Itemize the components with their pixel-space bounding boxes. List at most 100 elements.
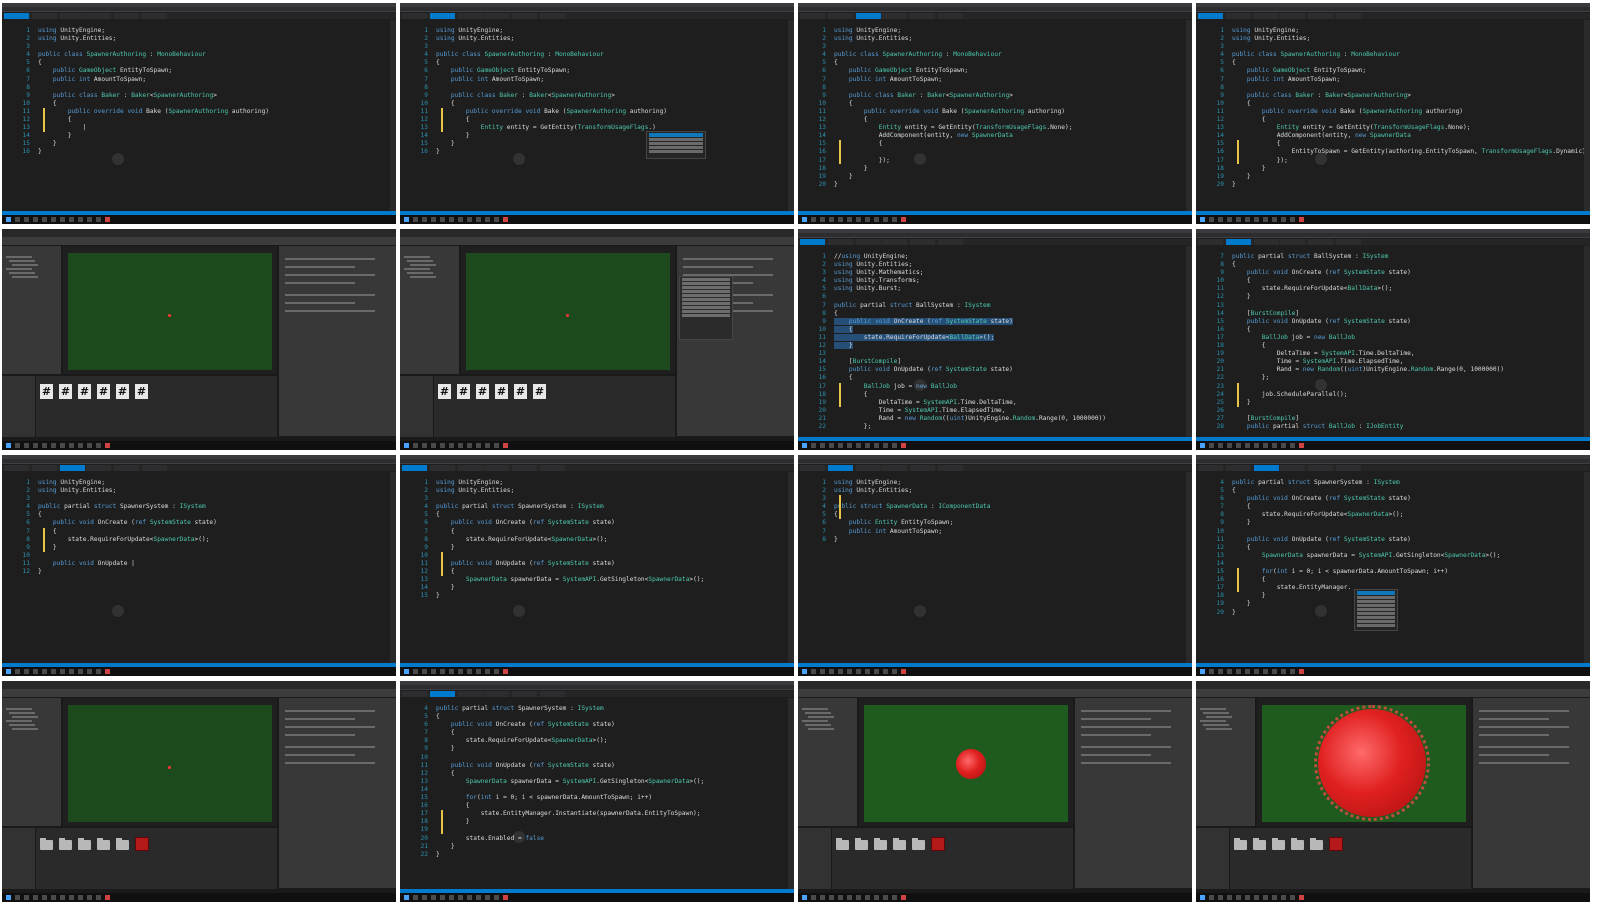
code-line[interactable]: 16} bbox=[400, 148, 788, 156]
project-folder-tree[interactable] bbox=[400, 376, 434, 437]
script-asset-icon[interactable]: # bbox=[40, 384, 53, 399]
taskbar-app-icon[interactable] bbox=[33, 895, 38, 900]
inspector-panel[interactable] bbox=[278, 698, 396, 888]
code-line[interactable]: 2 using Unity.Entities; bbox=[400, 487, 788, 495]
code-line[interactable]: 7 { bbox=[1196, 503, 1584, 511]
taskbar-app-icon[interactable] bbox=[1272, 895, 1277, 900]
code-line[interactable]: 7 public int AmountToSpawn; bbox=[2, 76, 390, 84]
code-line[interactable]: 16 bbox=[798, 148, 1186, 156]
code-line[interactable]: 20} bbox=[798, 181, 1186, 189]
hierarchy-item[interactable] bbox=[805, 712, 831, 714]
code-line[interactable]: 15 { bbox=[798, 140, 1186, 148]
editor-tab[interactable] bbox=[938, 465, 963, 471]
windows-start-icon[interactable] bbox=[6, 443, 11, 448]
code-editor[interactable]: 1 using UnityEngine; 2 using Unity.Entities… bbox=[2, 472, 390, 663]
taskbar-app-icon[interactable] bbox=[1218, 217, 1223, 222]
code-line[interactable]: 3 bbox=[2, 495, 390, 503]
code-line[interactable]: 12 { bbox=[1196, 544, 1584, 552]
hierarchy-item[interactable] bbox=[407, 260, 433, 262]
code-line[interactable]: 3 bbox=[2, 43, 390, 51]
game-view-panel[interactable] bbox=[63, 698, 277, 826]
folder-icon[interactable] bbox=[1253, 838, 1266, 850]
editor-tab-strip[interactable] bbox=[400, 465, 794, 471]
script-asset-icon[interactable]: # bbox=[514, 384, 527, 399]
editor-tab[interactable] bbox=[1308, 13, 1333, 19]
code-line[interactable]: 17 state.EntityManager.Instantiate(spawn… bbox=[400, 810, 788, 818]
code-line[interactable]: 15 public void OnUpdate (ref SystemState… bbox=[798, 366, 1186, 374]
code-line[interactable]: 18 } bbox=[400, 818, 788, 826]
taskbar-app-icon[interactable] bbox=[874, 895, 879, 900]
hierarchy-item[interactable] bbox=[802, 720, 828, 722]
completion-item[interactable] bbox=[1357, 624, 1395, 627]
taskbar-app-icon[interactable] bbox=[1281, 669, 1286, 674]
code-line[interactable]: 24 job.ScheduleParallel(); bbox=[1196, 391, 1584, 399]
hierarchy-item[interactable] bbox=[808, 728, 834, 730]
editor-tab[interactable] bbox=[800, 239, 825, 245]
inspector-field[interactable] bbox=[285, 294, 375, 296]
taskbar-app-icon[interactable] bbox=[1263, 895, 1268, 900]
code-line[interactable]: 5{ bbox=[1196, 59, 1584, 67]
editor-tab[interactable] bbox=[402, 465, 427, 471]
taskbar-app-icon[interactable] bbox=[33, 217, 38, 222]
code-line[interactable]: 18 { bbox=[1196, 342, 1584, 350]
taskbar-app-icon[interactable] bbox=[431, 669, 436, 674]
code-line[interactable]: 15} bbox=[400, 592, 788, 600]
taskbar-app-icon[interactable] bbox=[1299, 443, 1304, 448]
taskbar-app-icon[interactable] bbox=[458, 217, 463, 222]
taskbar-app-icon[interactable] bbox=[847, 895, 852, 900]
hierarchy-item[interactable] bbox=[12, 716, 38, 718]
taskbar-app-icon[interactable] bbox=[1245, 217, 1250, 222]
editor-tab[interactable] bbox=[1280, 239, 1305, 245]
taskbar-app-icon[interactable] bbox=[503, 443, 508, 448]
code-line[interactable]: 7 public partial struct BallSystem : ISys… bbox=[798, 302, 1186, 310]
code-line[interactable]: 14 bbox=[400, 786, 788, 794]
code-line[interactable]: 16 { bbox=[1196, 576, 1584, 584]
hierarchy-item[interactable] bbox=[407, 272, 433, 274]
code-line[interactable]: 14 } bbox=[2, 132, 390, 140]
code-line[interactable]: 14 } bbox=[400, 132, 788, 140]
code-line[interactable]: 19 } bbox=[1196, 173, 1584, 181]
taskbar-app-icon[interactable] bbox=[105, 443, 110, 448]
taskbar-app-icon[interactable] bbox=[51, 217, 56, 222]
unity-menu-bar[interactable] bbox=[400, 229, 794, 237]
hierarchy-item[interactable] bbox=[1203, 724, 1229, 726]
folder-icon[interactable] bbox=[116, 838, 129, 850]
editor-tab-strip[interactable] bbox=[2, 465, 396, 471]
editor-tab-strip[interactable] bbox=[2, 13, 396, 19]
taskbar-app-icon[interactable] bbox=[458, 669, 463, 674]
code-line[interactable]: 6 public Entity EntityToSpawn; bbox=[798, 519, 1186, 527]
taskbar-app-icon[interactable] bbox=[1218, 669, 1223, 674]
unity-toolbar[interactable] bbox=[400, 237, 794, 245]
code-line[interactable]: 4 public class SpawnerAuthoring : MonoBeh… bbox=[2, 51, 390, 59]
code-line[interactable]: 13 SpawnerData spawnerData = SystemAPI.G… bbox=[400, 778, 788, 786]
code-line[interactable]: 1 //using UnityEngine; bbox=[798, 253, 1186, 261]
code-line[interactable]: 11 public void OnUpdate (ref SystemState… bbox=[400, 560, 788, 568]
code-line[interactable]: 10 bbox=[2, 552, 390, 560]
vertical-scrollbar[interactable] bbox=[1186, 472, 1192, 663]
editor-tab[interactable] bbox=[828, 13, 853, 19]
taskbar-app-icon[interactable] bbox=[96, 443, 101, 448]
inspector-field[interactable] bbox=[285, 726, 375, 728]
taskbar-app-icon[interactable] bbox=[69, 895, 74, 900]
taskbar-app-icon[interactable] bbox=[78, 443, 83, 448]
code-line[interactable]: 14 AddComponent(entity, new SpawnerData bbox=[1196, 132, 1584, 140]
code-line[interactable]: 1 using UnityEngine; bbox=[400, 27, 788, 35]
taskbar-app-icon[interactable] bbox=[856, 217, 861, 222]
editor-tab[interactable] bbox=[512, 13, 537, 19]
windows-start-icon[interactable] bbox=[1200, 443, 1205, 448]
taskbar-app-icon[interactable] bbox=[494, 217, 499, 222]
code-line[interactable]: 4 public partial struct SpawnerSystem : I… bbox=[2, 503, 390, 511]
editor-tab[interactable] bbox=[1226, 239, 1251, 245]
vertical-scrollbar[interactable] bbox=[1584, 246, 1590, 437]
code-line[interactable]: 9 } bbox=[400, 544, 788, 552]
code-line[interactable]: 8 bbox=[2, 84, 390, 92]
code-editor[interactable]: 1 using UnityEngine; 2 using Unity.Entities… bbox=[798, 20, 1186, 211]
code-line[interactable]: 15 } bbox=[400, 140, 788, 148]
game-view[interactable] bbox=[68, 705, 272, 822]
folder-icon[interactable] bbox=[97, 838, 110, 850]
code-line[interactable]: 20 Time = SystemAPI.Time.ElapsedTime, bbox=[1196, 358, 1584, 366]
inspector-panel[interactable] bbox=[278, 246, 396, 436]
script-asset-icon[interactable]: # bbox=[135, 384, 148, 399]
taskbar-app-icon[interactable] bbox=[42, 669, 47, 674]
taskbar-app-icon[interactable] bbox=[811, 669, 816, 674]
